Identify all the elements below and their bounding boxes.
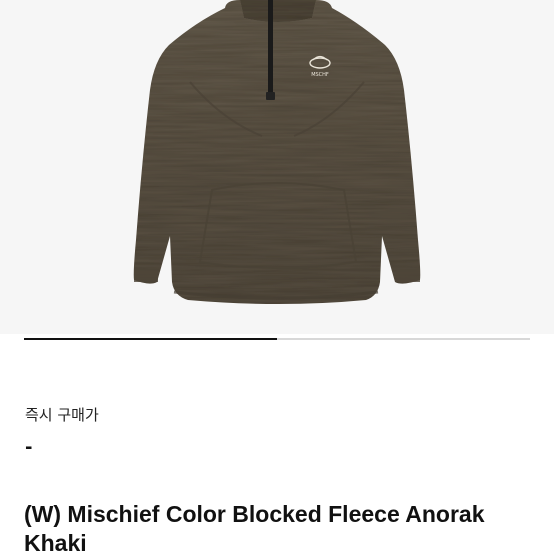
svg-text:MSCHF: MSCHF (311, 72, 329, 78)
product-title: (W) Mischief Color Blocked Fleece Anorak… (24, 501, 485, 556)
instant-purchase-label: 즉시 구매가 (25, 406, 99, 424)
zipper (268, 0, 273, 98)
fleece-anorak-image: MSCHF (133, 0, 421, 304)
product-image[interactable]: MSCHF (0, 0, 554, 334)
image-carousel-progress-fill (24, 338, 277, 340)
image-carousel-progress (24, 338, 530, 340)
collar (240, 0, 316, 22)
anorak-body (133, 0, 421, 304)
instant-purchase-price: - (25, 437, 33, 458)
